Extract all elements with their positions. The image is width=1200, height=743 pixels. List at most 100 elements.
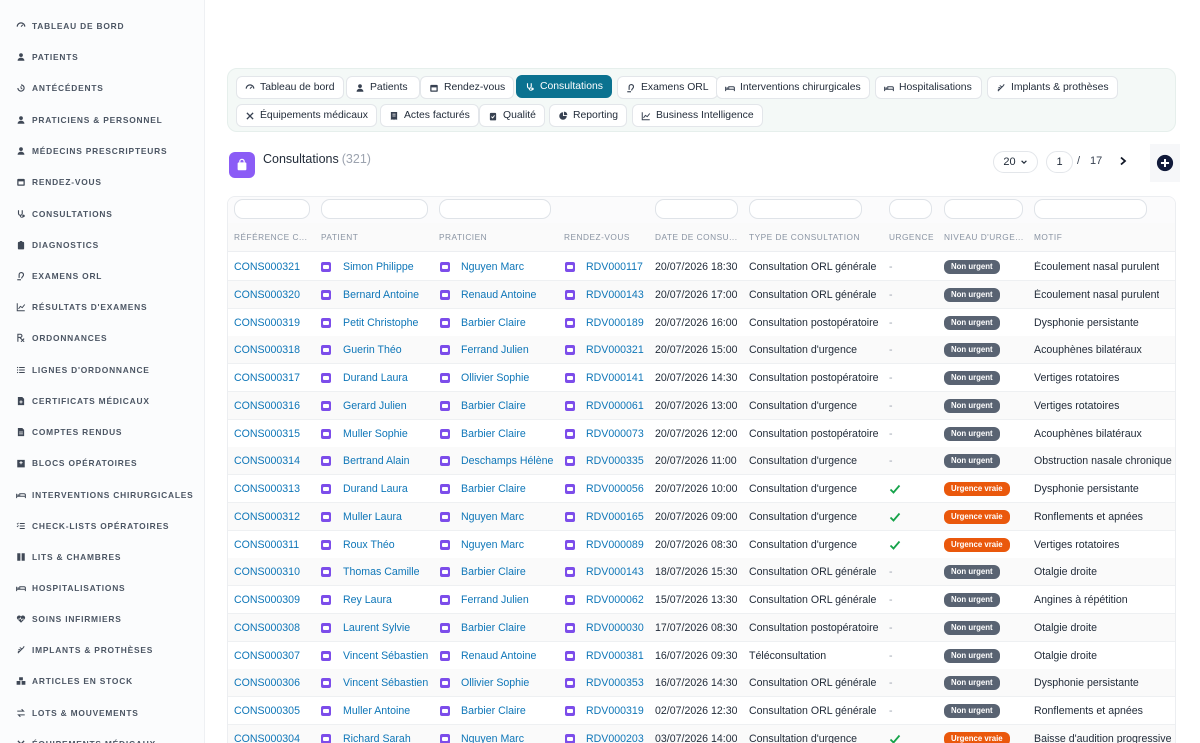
- rendez-vous-link[interactable]: RDV000089: [586, 539, 644, 551]
- patient-link[interactable]: Muller Antoine: [343, 705, 410, 717]
- praticien-link[interactable]: Barbier Claire: [461, 428, 526, 440]
- reference-link[interactable]: CONS000305: [234, 705, 300, 717]
- sidebar-item-rendez-vous[interactable]: Rendez-vous: [0, 166, 205, 197]
- sidebar-item-diagnostics[interactable]: Diagnostics: [0, 229, 205, 260]
- table-row[interactable]: CONS000310 Thomas Camille Barbier Claire RD…: [228, 558, 1175, 587]
- patient-link[interactable]: Roux Théo: [343, 539, 395, 551]
- praticien-link[interactable]: Nguyen Marc: [461, 733, 524, 743]
- sidebar-item-praticiens-personnel[interactable]: Praticiens & personnel: [0, 104, 205, 135]
- sidebar-item-implants-protheses[interactable]: Implants & prothèses: [0, 634, 205, 665]
- rendez-vous-link[interactable]: RDV000062: [586, 594, 644, 606]
- table-row[interactable]: CONS000309 Rey Laura Ferrand Julien RDV0000…: [228, 586, 1175, 614]
- praticien-link[interactable]: Nguyen Marc: [461, 539, 524, 551]
- rendez-vous-link[interactable]: RDV000353: [586, 677, 644, 689]
- praticien-link[interactable]: Renaud Antoine: [461, 289, 536, 301]
- sidebar-item-lots-mouvements[interactable]: Lots & mouvements: [0, 697, 205, 728]
- rendez-vous-link[interactable]: RDV000319: [586, 705, 644, 717]
- filter-urgence[interactable]: [889, 199, 932, 219]
- reference-link[interactable]: CONS000310: [234, 566, 300, 578]
- column-header-praticien[interactable]: Praticien: [439, 232, 487, 242]
- reference-link[interactable]: CONS000317: [234, 372, 300, 384]
- tab-hospitalisations[interactable]: Hospitalisations: [875, 76, 982, 99]
- rendez-vous-link[interactable]: RDV000189: [586, 317, 644, 329]
- rendez-vous-link[interactable]: RDV000056: [586, 483, 644, 495]
- table-row[interactable]: CONS000307 Vincent Sébastien Renaud Antoin…: [228, 642, 1175, 670]
- table-row[interactable]: CONS000311 Roux Théo Nguyen Marc RDV000089 2…: [228, 531, 1175, 559]
- praticien-link[interactable]: Barbier Claire: [461, 317, 526, 329]
- tab-examens-orl[interactable]: Examens ORL: [617, 76, 718, 99]
- filter-niveau[interactable]: [944, 199, 1023, 219]
- table-row[interactable]: CONS000315 Muller Sophie Barbier Claire RDV…: [228, 420, 1175, 448]
- table-row[interactable]: CONS000314 Bertrand Alain Deschamps Hélène…: [228, 447, 1175, 476]
- tab-business-intelligence[interactable]: Business Intelligence: [632, 104, 763, 127]
- rendez-vous-link[interactable]: RDV000117: [586, 261, 643, 273]
- patient-link[interactable]: Guerin Théo: [343, 344, 402, 356]
- filter-reference[interactable]: [234, 199, 310, 219]
- tab-consultations[interactable]: Consultations: [516, 75, 612, 98]
- reference-link[interactable]: CONS000314: [234, 455, 300, 467]
- rendez-vous-link[interactable]: RDV000143: [586, 289, 644, 301]
- rendez-vous-link[interactable]: RDV000381: [586, 650, 644, 662]
- tab-implants-protheses[interactable]: Implants & prothèses: [987, 76, 1118, 99]
- sidebar-item-ordonnances[interactable]: Ordonnances: [0, 322, 205, 353]
- praticien-link[interactable]: Nguyen Marc: [461, 511, 524, 523]
- sidebar-item-lits-chambres[interactable]: Lits & chambres: [0, 541, 205, 572]
- rendez-vous-link[interactable]: RDV000030: [586, 622, 644, 634]
- rendez-vous-link[interactable]: RDV000203: [586, 733, 644, 743]
- rendez-vous-link[interactable]: RDV000061: [586, 400, 644, 412]
- reference-link[interactable]: CONS000319: [234, 317, 300, 329]
- rendez-vous-link[interactable]: RDV000141: [586, 372, 644, 384]
- patient-link[interactable]: Petit Christophe: [343, 317, 418, 329]
- sidebar-item-medecins-prescripteurs[interactable]: Médecins prescripteurs: [0, 135, 205, 166]
- patient-link[interactable]: Muller Laura: [343, 511, 402, 523]
- tab-reporting[interactable]: Reporting: [549, 104, 628, 127]
- column-header-date-de-consu[interactable]: Date de consu...: [655, 232, 738, 242]
- patient-link[interactable]: Durand Laura: [343, 372, 408, 384]
- table-row[interactable]: CONS000318 Guerin Théo Ferrand Julien RDV00…: [228, 336, 1175, 365]
- patient-link[interactable]: Bernard Antoine: [343, 289, 419, 301]
- sidebar-item-consultations[interactable]: Consultations: [0, 198, 205, 229]
- column-header-reference-c[interactable]: Référence c...: [234, 232, 307, 242]
- patient-link[interactable]: Gerard Julien: [343, 400, 407, 412]
- reference-link[interactable]: CONS000313: [234, 483, 300, 495]
- praticien-link[interactable]: Barbier Claire: [461, 483, 526, 495]
- tab-patients[interactable]: Patients: [346, 76, 420, 99]
- table-row[interactable]: CONS000313 Durand Laura Barbier Claire RDV0…: [228, 475, 1175, 503]
- patient-link[interactable]: Vincent Sébastien: [343, 650, 428, 662]
- sidebar-item-resultats-d-examens[interactable]: Résultats d'examens: [0, 291, 205, 322]
- table-row[interactable]: CONS000305 Muller Antoine Barbier Claire RD…: [228, 697, 1175, 725]
- sidebar-item-equipements-medicaux[interactable]: Équipements médicaux: [0, 728, 205, 743]
- tab-tableau-de-bord[interactable]: Tableau de bord: [236, 76, 344, 99]
- next-page-button[interactable]: [1114, 151, 1132, 171]
- table-row[interactable]: CONS000308 Laurent Sylvie Barbier Claire RD…: [228, 613, 1175, 642]
- reference-link[interactable]: CONS000306: [234, 677, 300, 689]
- praticien-link[interactable]: Ferrand Julien: [461, 594, 529, 606]
- sidebar-item-hospitalisations[interactable]: Hospitalisations: [0, 572, 205, 603]
- sidebar-item-soins-infirmiers[interactable]: Soins infirmiers: [0, 603, 205, 634]
- reference-link[interactable]: CONS000316: [234, 400, 300, 412]
- filter-motif[interactable]: [1034, 199, 1147, 219]
- reference-link[interactable]: CONS000318: [234, 344, 300, 356]
- rendez-vous-link[interactable]: RDV000073: [586, 428, 644, 440]
- praticien-link[interactable]: Ferrand Julien: [461, 344, 529, 356]
- column-header-patient[interactable]: Patient: [321, 232, 358, 242]
- rendez-vous-link[interactable]: RDV000335: [586, 455, 644, 467]
- tab-equipements-medicaux[interactable]: Équipements médicaux: [236, 104, 378, 127]
- page-number-input[interactable]: 1: [1046, 151, 1073, 173]
- patient-link[interactable]: Muller Sophie: [343, 428, 408, 440]
- table-row[interactable]: CONS000321 Simon Philippe Nguyen Marc RDV00…: [228, 253, 1175, 281]
- table-row[interactable]: CONS000304 Richard Sarah Nguyen Marc RDV000…: [228, 724, 1175, 743]
- reference-link[interactable]: CONS000307: [234, 650, 300, 662]
- patient-link[interactable]: Vincent Sébastien: [343, 677, 428, 689]
- reference-link[interactable]: CONS000309: [234, 594, 300, 606]
- column-header-urgence[interactable]: Urgence: [889, 232, 934, 242]
- praticien-link[interactable]: Nguyen Marc: [461, 261, 524, 273]
- add-consultation-button[interactable]: [1150, 144, 1180, 182]
- praticien-link[interactable]: Barbier Claire: [461, 705, 526, 717]
- tab-rendez-vous[interactable]: Rendez-vous: [420, 76, 515, 99]
- table-row[interactable]: CONS000312 Muller Laura Nguyen Marc RDV0001…: [228, 502, 1175, 531]
- reference-link[interactable]: CONS000308: [234, 622, 300, 634]
- reference-link[interactable]: CONS000320: [234, 289, 300, 301]
- filter-praticien[interactable]: [439, 199, 551, 219]
- praticien-link[interactable]: Ollivier Sophie: [461, 677, 529, 689]
